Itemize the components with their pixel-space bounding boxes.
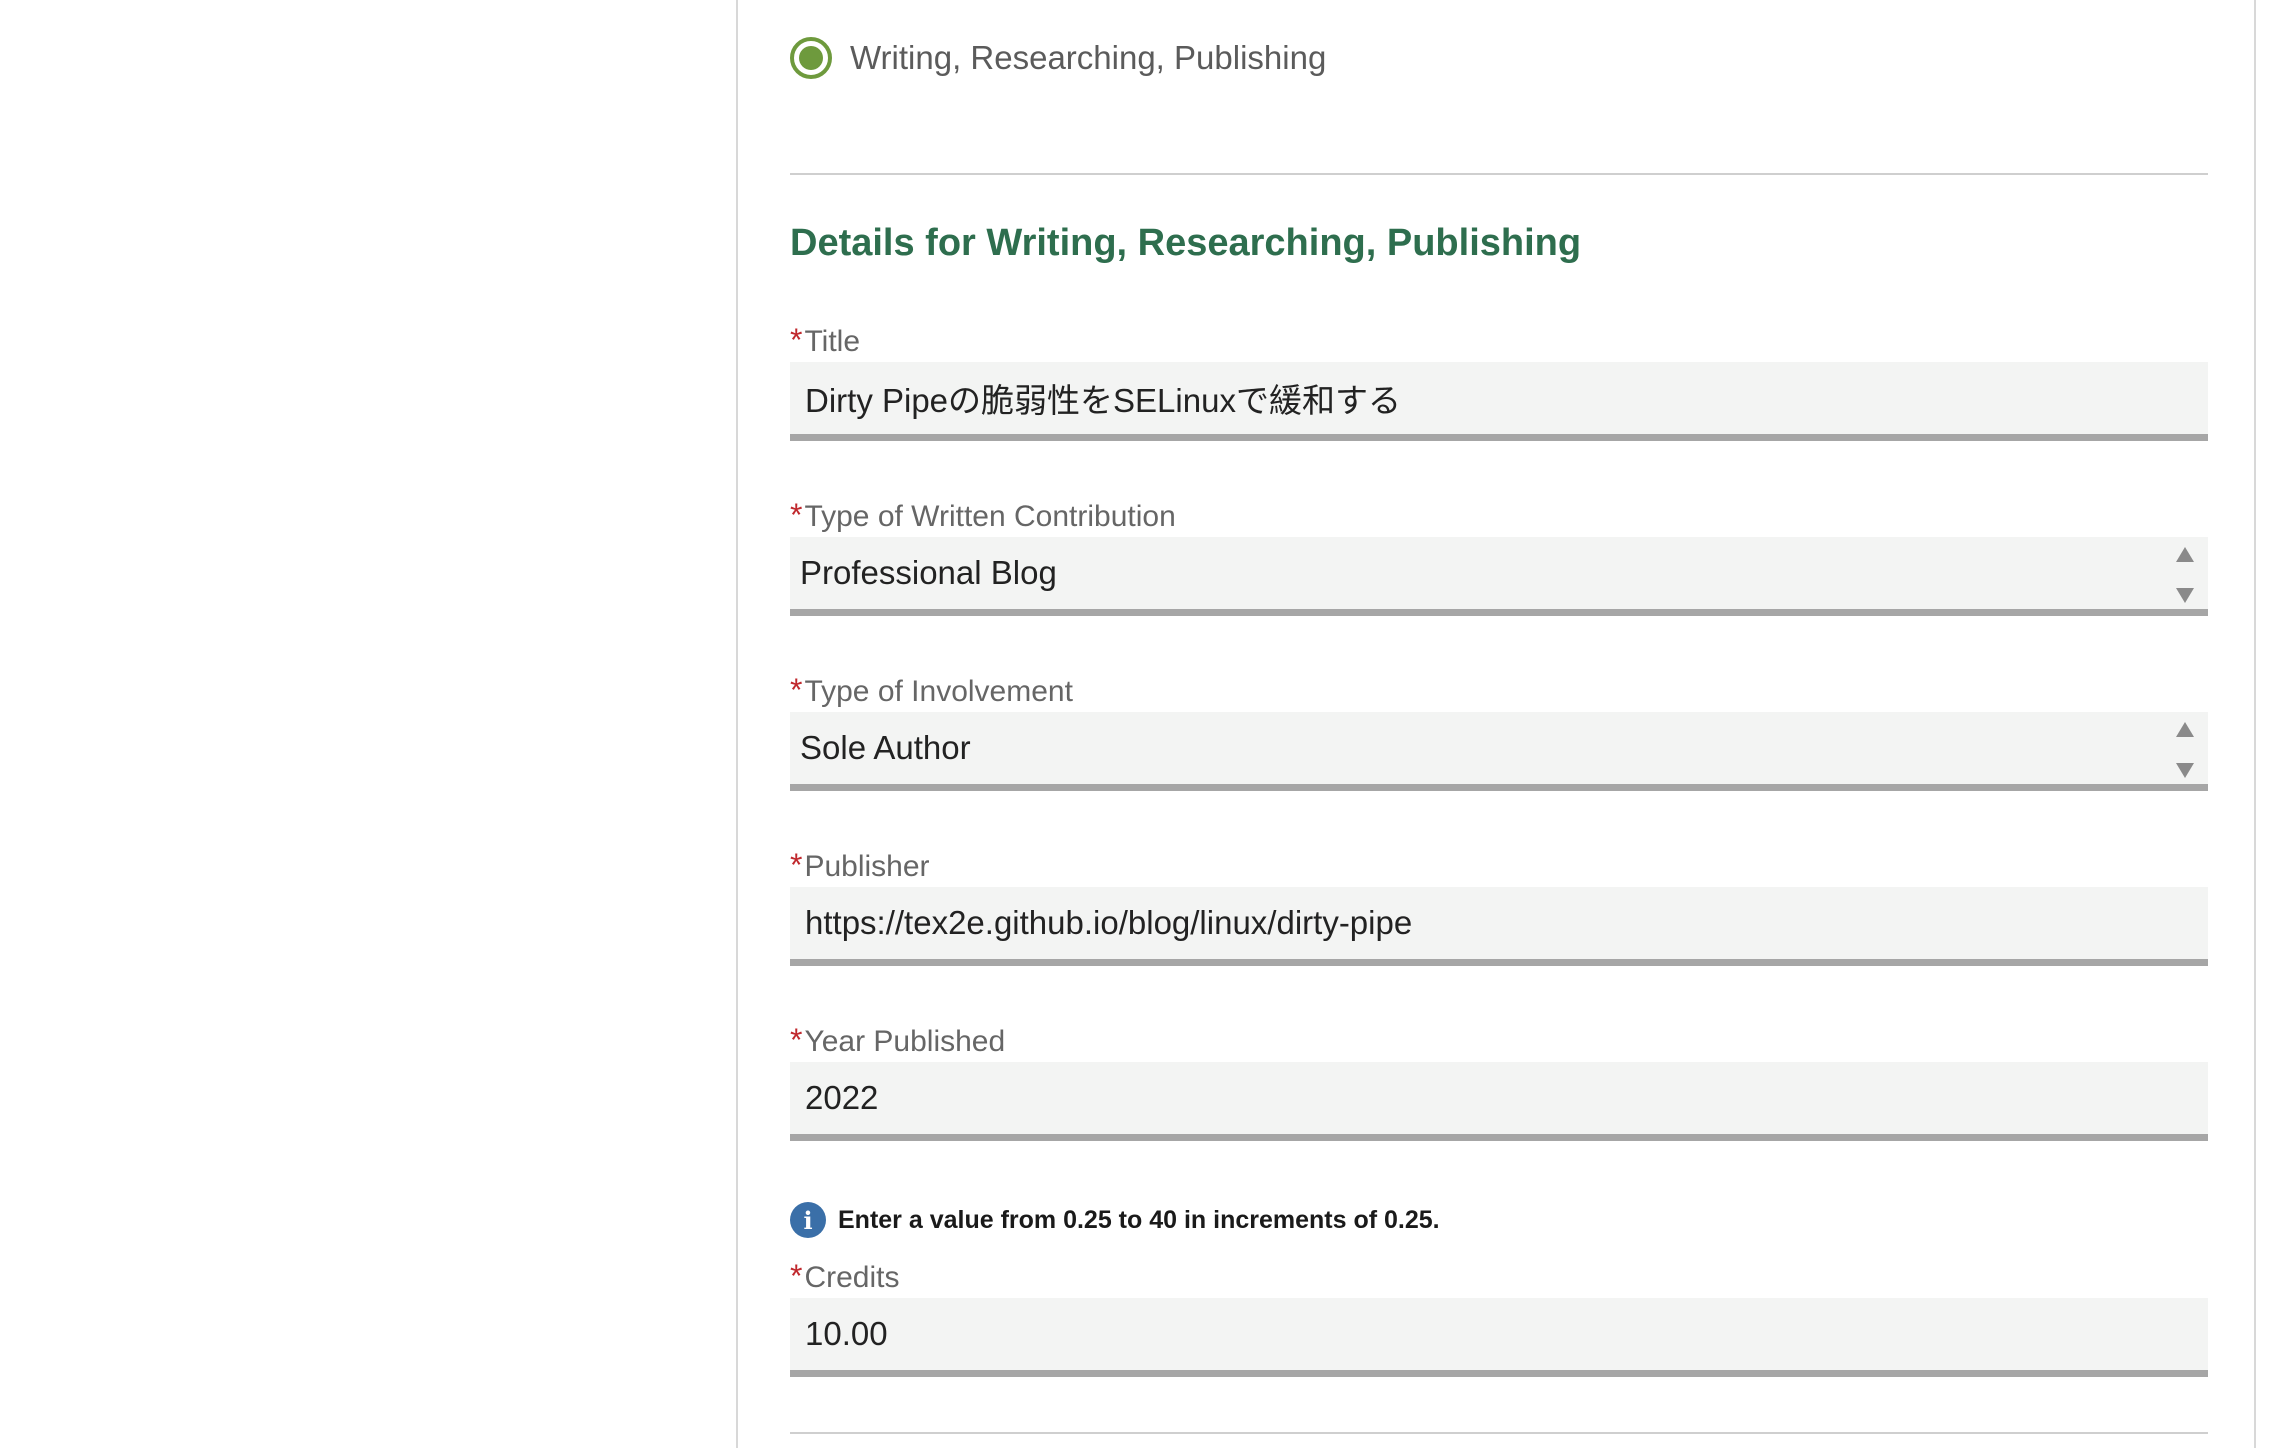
triangle-up-icon	[2176, 547, 2194, 562]
publisher-field: *Publisher https://tex2e.github.io/blog/…	[790, 843, 2208, 966]
title-label: *Title	[790, 318, 2208, 362]
publisher-input-value: https://tex2e.github.io/blog/linux/dirty…	[805, 904, 1413, 941]
year-published-label: *Year Published	[790, 1018, 2208, 1062]
credits-hint: i Enter a value from 0.25 to 40 in incre…	[790, 1200, 1440, 1240]
info-icon: i	[790, 1202, 826, 1238]
year-published-input-value: 2022	[805, 1079, 879, 1116]
select-spinner[interactable]	[2174, 547, 2196, 603]
title-label-text: Title	[804, 325, 861, 358]
year-published-field: *Year Published 2022	[790, 1018, 2208, 1141]
bottom-divider	[790, 1432, 2208, 1434]
contribution-type-value: Professional Blog	[800, 554, 1057, 591]
required-marker: *	[790, 322, 803, 358]
title-input-value: Dirty Pipeの脆弱性をSELinuxで緩和する	[805, 382, 1401, 419]
triangle-up-icon	[2176, 722, 2194, 737]
required-marker: *	[790, 847, 803, 883]
page: Writing, Researching, Publishing Details…	[0, 0, 2280, 1448]
section-divider	[790, 173, 2208, 175]
credits-input-value: 10.00	[805, 1315, 888, 1352]
involvement-type-value: Sole Author	[800, 729, 971, 766]
title-input[interactable]: Dirty Pipeの脆弱性をSELinuxで緩和する	[790, 362, 2208, 441]
involvement-type-label: *Type of Involvement	[790, 668, 2208, 712]
involvement-type-select[interactable]: Sole Author	[790, 712, 2208, 791]
section-title: Details for Writing, Researching, Publis…	[790, 222, 1582, 264]
required-marker: *	[790, 1258, 803, 1294]
title-field: *Title Dirty Pipeの脆弱性をSELinuxで緩和する	[790, 318, 2208, 441]
radio-label: Writing, Researching, Publishing	[850, 39, 1327, 76]
form-panel: Writing, Researching, Publishing Details…	[736, 0, 2256, 1448]
contribution-type-select[interactable]: Professional Blog	[790, 537, 2208, 616]
select-spinner[interactable]	[2174, 722, 2196, 778]
involvement-type-field: *Type of Involvement Sole Author	[790, 668, 2208, 791]
credits-label: *Credits	[790, 1254, 2208, 1298]
publisher-input[interactable]: https://tex2e.github.io/blog/linux/dirty…	[790, 887, 2208, 966]
credits-hint-text: Enter a value from 0.25 to 40 in increme…	[838, 1205, 1440, 1234]
required-marker: *	[790, 497, 803, 533]
year-published-input[interactable]: 2022	[790, 1062, 2208, 1141]
publisher-label: *Publisher	[790, 843, 2208, 887]
contribution-type-label-text: Type of Written Contribution	[804, 500, 1176, 533]
required-marker: *	[790, 1022, 803, 1058]
credits-input[interactable]: 10.00	[790, 1298, 2208, 1377]
year-published-label-text: Year Published	[804, 1025, 1006, 1058]
triangle-down-icon	[2176, 763, 2194, 778]
involvement-type-label-text: Type of Involvement	[804, 675, 1073, 708]
publisher-label-text: Publisher	[804, 850, 930, 883]
radio-selected-icon[interactable]	[790, 37, 832, 79]
triangle-down-icon	[2176, 588, 2194, 603]
contribution-type-field: *Type of Written Contribution Profession…	[790, 493, 2208, 616]
contribution-type-label: *Type of Written Contribution	[790, 493, 2208, 537]
credits-label-text: Credits	[804, 1261, 900, 1294]
activity-radio-option[interactable]: Writing, Researching, Publishing	[790, 32, 1326, 84]
required-marker: *	[790, 672, 803, 708]
credits-field: *Credits 10.00	[790, 1254, 2208, 1377]
radio-dot	[799, 46, 823, 70]
